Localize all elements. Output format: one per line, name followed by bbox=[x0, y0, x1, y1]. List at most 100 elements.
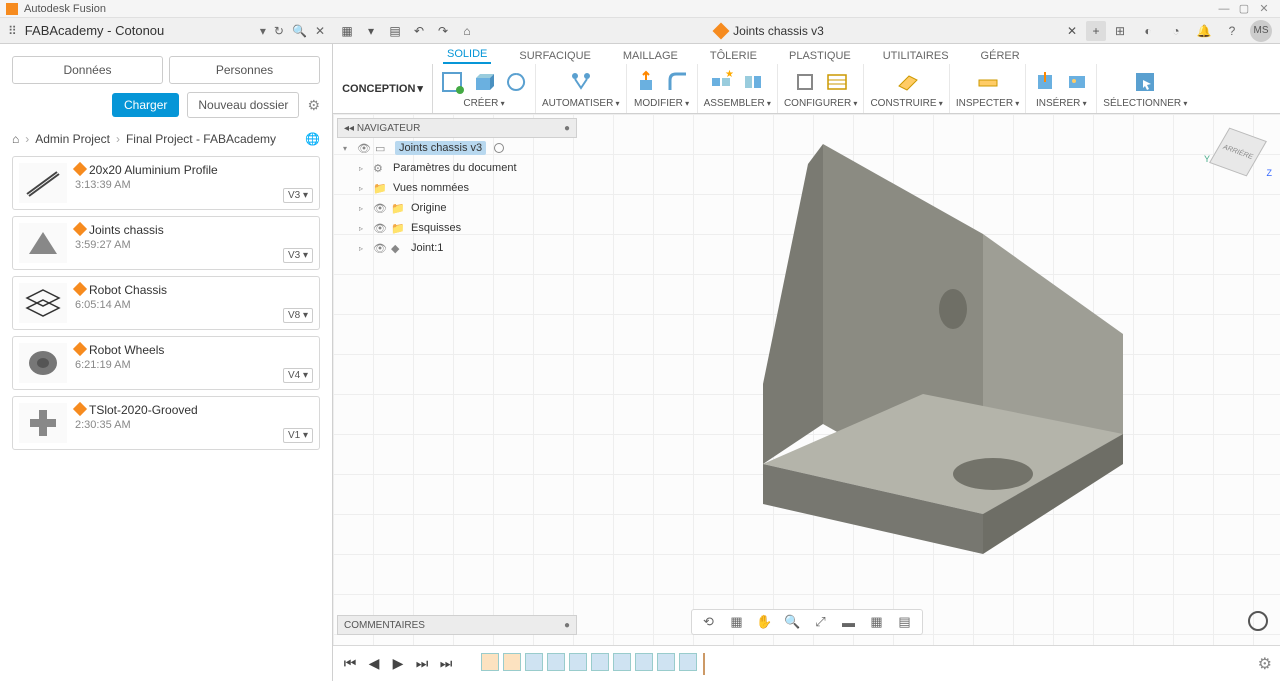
table-icon[interactable] bbox=[824, 69, 850, 95]
timeline-feature[interactable] bbox=[591, 653, 609, 671]
timeline-play-button[interactable]: ▶ bbox=[389, 655, 407, 672]
group-label[interactable]: INSPECTER bbox=[956, 98, 1019, 111]
tab-utilities[interactable]: UTILITAIRES bbox=[879, 48, 953, 64]
group-label[interactable]: SÉLECTIONNER bbox=[1103, 98, 1187, 111]
tab-plastic[interactable]: PLASTIQUE bbox=[785, 48, 855, 64]
fit-icon[interactable]: ⤢ bbox=[812, 613, 830, 631]
help-icon[interactable]: ? bbox=[1222, 21, 1242, 41]
insert-icon[interactable] bbox=[1032, 69, 1058, 95]
expand-icon[interactable]: ▹ bbox=[359, 244, 369, 253]
timeline-last-button[interactable]: ⏭ bbox=[437, 655, 455, 672]
search-icon[interactable]: 🔍 bbox=[292, 24, 307, 38]
look-icon[interactable]: ▦ bbox=[728, 613, 746, 631]
browser-root[interactable]: ▾ 👁 ▭ Joints chassis v3 bbox=[337, 138, 577, 158]
notifications-icon[interactable]: 🔔 bbox=[1194, 21, 1214, 41]
team-icon[interactable]: ⠿ bbox=[8, 24, 17, 38]
group-label[interactable]: AUTOMATISER bbox=[542, 98, 620, 111]
timeline-feature[interactable] bbox=[657, 653, 675, 671]
group-label[interactable]: CONFIGURER bbox=[784, 98, 857, 111]
viewcube-face[interactable]: ARRIÈRE bbox=[1209, 128, 1267, 177]
file-card[interactable]: Joints chassis 3:59:27 AM V3 ▾ bbox=[12, 216, 320, 270]
zoom-icon[interactable]: 🔍 bbox=[784, 613, 802, 631]
extensions-icon[interactable]: ⊞ bbox=[1110, 21, 1130, 41]
new-folder-button[interactable]: Nouveau dossier bbox=[187, 92, 299, 118]
timeline-feature[interactable] bbox=[525, 653, 543, 671]
fillet-icon[interactable] bbox=[665, 69, 691, 95]
tab-surface[interactable]: SURFACIQUE bbox=[515, 48, 595, 64]
file-card[interactable]: TSlot-2020-Grooved 2:30:35 AM V1 ▾ bbox=[12, 396, 320, 450]
expand-icon[interactable]: ▹ bbox=[359, 224, 369, 233]
window-maximize-button[interactable]: ▢ bbox=[1234, 2, 1254, 15]
version-badge[interactable]: V3 ▾ bbox=[283, 188, 313, 203]
breadcrumb-home-icon[interactable]: ⌂ bbox=[12, 132, 19, 146]
qat-home-icon[interactable]: ⌂ bbox=[457, 21, 477, 41]
visibility-icon[interactable]: 👁 bbox=[357, 142, 371, 155]
timeline-feature-sketch[interactable] bbox=[481, 653, 499, 671]
timeline-next-button[interactable]: ⏭ bbox=[413, 655, 431, 672]
open-web-icon[interactable]: 🌐 bbox=[305, 132, 320, 146]
version-badge[interactable]: V8 ▾ bbox=[283, 308, 313, 323]
collapse-icon[interactable]: ◂◂ bbox=[344, 123, 354, 134]
pushpull-icon[interactable] bbox=[633, 69, 659, 95]
activate-radio[interactable] bbox=[494, 143, 504, 153]
globe-icon[interactable] bbox=[1248, 611, 1268, 631]
new-tab-button[interactable]: + bbox=[1086, 21, 1106, 41]
version-badge[interactable]: V3 ▾ bbox=[283, 248, 313, 263]
timeline-feature[interactable] bbox=[635, 653, 653, 671]
box-icon[interactable] bbox=[471, 69, 497, 95]
timeline-feature-sketch[interactable] bbox=[503, 653, 521, 671]
expand-icon[interactable]: ▹ bbox=[359, 184, 369, 193]
timeline-settings-icon[interactable]: ⚙ bbox=[1258, 654, 1272, 674]
group-label[interactable]: INSÉRER bbox=[1032, 98, 1090, 111]
qat-file-icon[interactable]: ▾ bbox=[361, 21, 381, 41]
group-label[interactable]: ASSEMBLER bbox=[704, 98, 771, 111]
visibility-icon[interactable]: 👁 bbox=[373, 222, 387, 235]
file-card[interactable]: Robot Chassis 6:05:14 AM V8 ▾ bbox=[12, 276, 320, 330]
version-badge[interactable]: V4 ▾ bbox=[283, 368, 313, 383]
browser-item-origin[interactable]: ▹ 👁 📁 Origine bbox=[337, 198, 577, 218]
qat-save-icon[interactable]: ▤ bbox=[385, 21, 405, 41]
expand-icon[interactable]: ▹ bbox=[359, 204, 369, 213]
display-icon[interactable]: ▬ bbox=[840, 613, 858, 631]
timeline-prev-button[interactable]: ◀ bbox=[365, 655, 383, 672]
window-minimize-button[interactable]: — bbox=[1214, 3, 1234, 15]
panel-settings-icon[interactable]: ⚙ bbox=[307, 97, 320, 114]
browser-item-sketches[interactable]: ▹ 👁 📁 Esquisses bbox=[337, 218, 577, 238]
timeline-feature[interactable] bbox=[679, 653, 697, 671]
clock-icon[interactable]: ◔ bbox=[1166, 21, 1186, 41]
joint-icon[interactable]: ★ bbox=[708, 69, 734, 95]
timeline-marker[interactable] bbox=[703, 653, 705, 675]
file-card[interactable]: 20x20 Aluminium Profile 3:13:39 AM V3 ▾ bbox=[12, 156, 320, 210]
group-label[interactable]: CONSTRUIRE bbox=[870, 98, 942, 111]
tab-people[interactable]: Personnes bbox=[169, 56, 320, 84]
timeline-feature[interactable] bbox=[547, 653, 565, 671]
timeline-feature[interactable] bbox=[569, 653, 587, 671]
grid-icon[interactable]: ▦ bbox=[868, 613, 886, 631]
window-close-button[interactable]: ✕ bbox=[1254, 2, 1274, 15]
upload-button[interactable]: Charger bbox=[112, 93, 179, 117]
user-avatar[interactable]: MS bbox=[1250, 20, 1272, 42]
browser-item-params[interactable]: ▹ ⚙ Paramètres du document bbox=[337, 158, 577, 178]
comments-bar[interactable]: COMMENTAIRES ● bbox=[337, 615, 577, 635]
viewports-icon[interactable]: ▤ bbox=[896, 613, 914, 631]
version-badge[interactable]: V1 ▾ bbox=[283, 428, 313, 443]
sketch-icon[interactable] bbox=[439, 69, 465, 95]
browser-options-icon[interactable]: ● bbox=[564, 123, 570, 134]
visibility-icon[interactable]: 👁 bbox=[373, 202, 387, 215]
expand-icon[interactable]: ▹ bbox=[359, 164, 369, 173]
workspace-switcher[interactable]: CONCEPTION▾ bbox=[333, 64, 433, 113]
select-icon[interactable] bbox=[1132, 69, 1158, 95]
qat-undo-icon[interactable]: ↶ bbox=[409, 21, 429, 41]
breadcrumb-level1[interactable]: Admin Project bbox=[35, 132, 110, 146]
pan-icon[interactable]: ✋ bbox=[756, 613, 774, 631]
expand-icon[interactable]: ▾ bbox=[343, 144, 353, 153]
timeline-first-button[interactable]: ⏮ bbox=[341, 655, 359, 672]
visibility-icon[interactable]: 👁 bbox=[373, 242, 387, 255]
qat-redo-icon[interactable]: ↷ bbox=[433, 21, 453, 41]
document-tab[interactable]: Joints chassis v3 bbox=[705, 24, 834, 38]
project-name[interactable]: FABAcademy - Cotonou bbox=[25, 23, 252, 38]
browser-item-views[interactable]: ▹ 📁 Vues nommées bbox=[337, 178, 577, 198]
breadcrumb-level2[interactable]: Final Project - FABAcademy bbox=[126, 132, 276, 146]
browser-item-body[interactable]: ▹ 👁 ◆ Joint:1 bbox=[337, 238, 577, 258]
tab-close-icon[interactable]: ✕ bbox=[1062, 21, 1082, 41]
